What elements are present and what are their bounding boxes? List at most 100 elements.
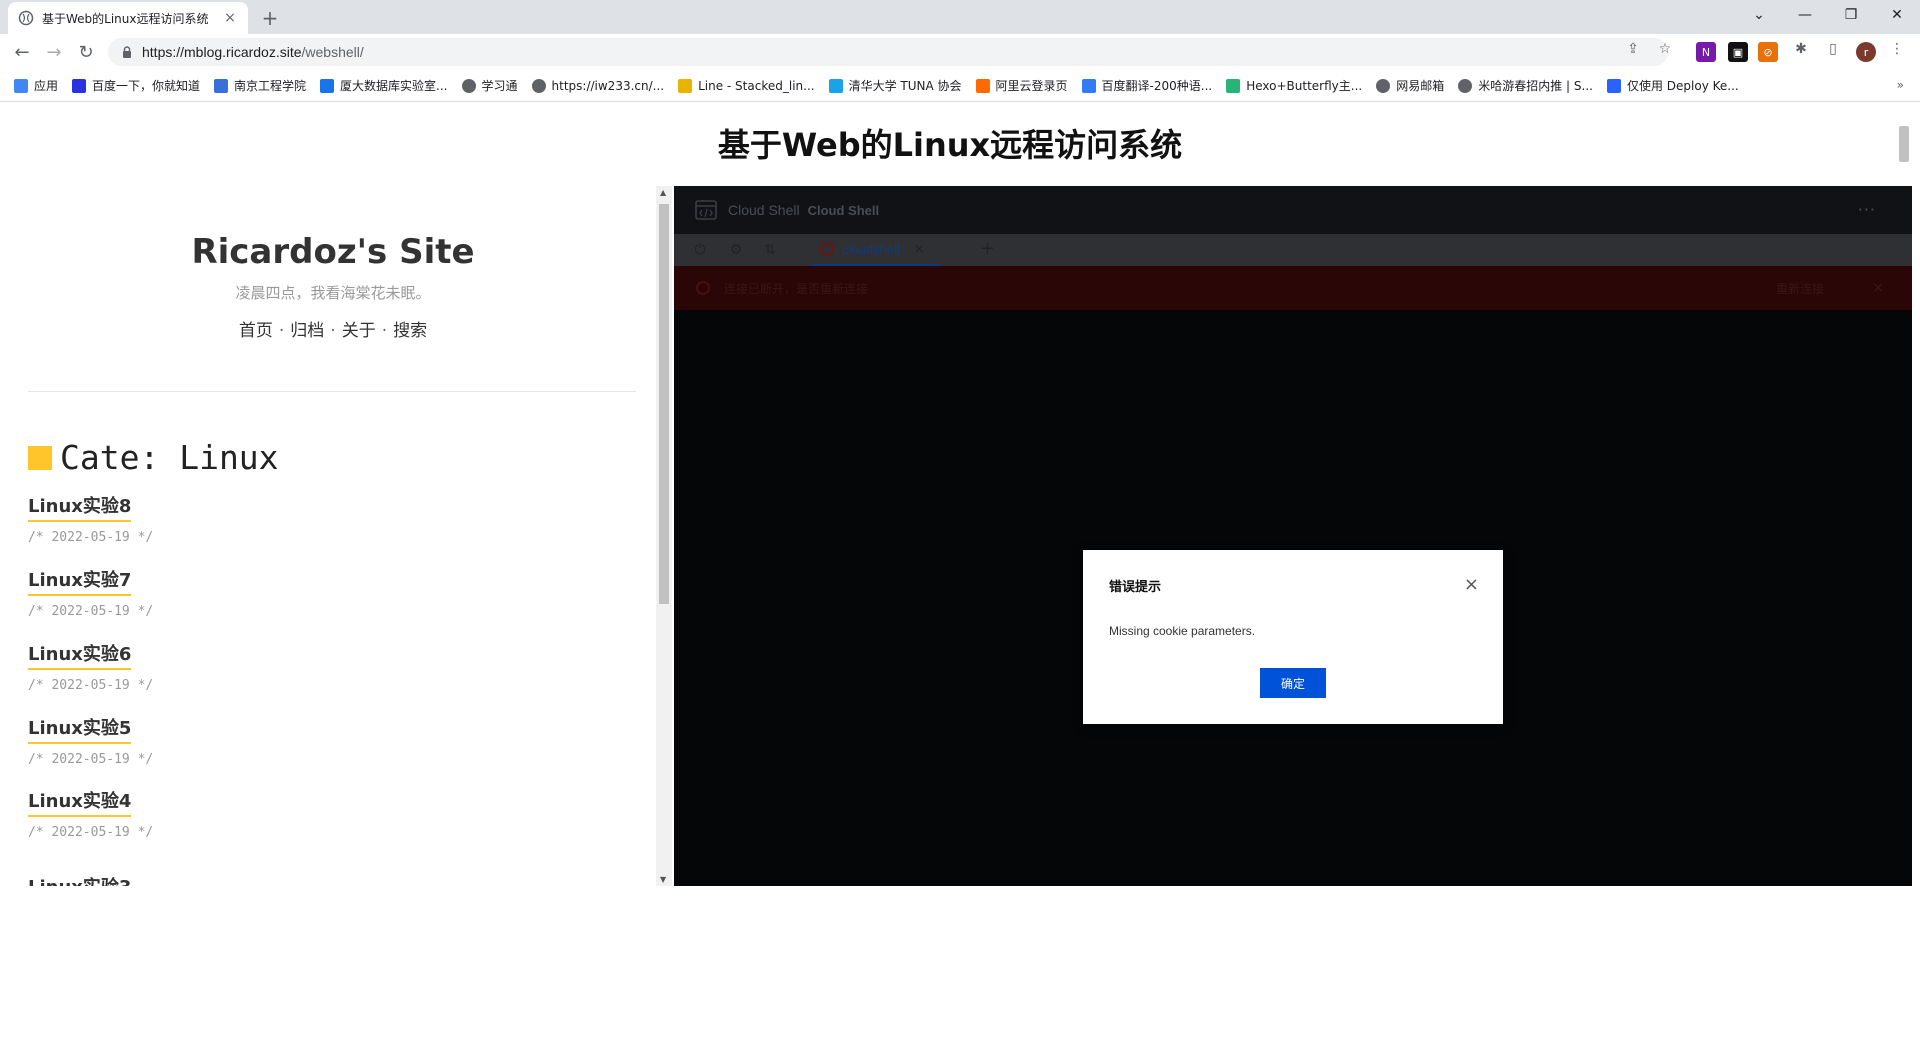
bookmark-item[interactable]: 清华大学 TUNA 协会 (828, 77, 962, 94)
dialog-title: 错误提示 (1109, 580, 1162, 595)
avatar[interactable]: r (1856, 42, 1876, 62)
page-scrollbar-thumb[interactable] (1899, 126, 1909, 162)
globe-icon (1458, 78, 1473, 93)
tab-close-icon[interactable]: × (222, 10, 238, 26)
bookmark-item[interactable]: 南京工程学院 (214, 77, 306, 94)
bookmark-label: 百度翻译-200种语... (1101, 79, 1213, 93)
post-title-link[interactable]: Linux实验4 (28, 787, 132, 817)
add-tab-icon[interactable]: + (980, 238, 995, 259)
confirm-button[interactable]: 确定 (1260, 668, 1326, 698)
error-dialog: 错误提示 × Missing cookie parameters. 确定 (1083, 550, 1503, 724)
onenote-extension-icon[interactable]: N (1696, 42, 1716, 62)
bookmark-item[interactable]: https://iw233.cn/... (531, 78, 665, 93)
power-icon[interactable]: ⏻ (690, 240, 710, 260)
bookmark-item[interactable]: 学习通 (461, 77, 518, 94)
post-title-link[interactable]: Linux实验3 (28, 873, 131, 886)
divider (28, 391, 636, 392)
close-icon[interactable]: × (1464, 576, 1479, 594)
post-item: Linux实验7 /* 2022-05-19 */ (28, 566, 153, 619)
bookmark-label: 米哈游春招内推 | S... (1478, 79, 1593, 93)
scroll-up-icon[interactable]: ▲ (660, 188, 666, 197)
off-extension-icon[interactable]: ⊘ (1758, 42, 1778, 62)
side-panel-icon[interactable]: ▯ (1824, 40, 1842, 58)
blog-scrollbar-thumb[interactable] (659, 204, 669, 604)
bookmark-item[interactable]: 米哈游春招内推 | S... (1458, 77, 1593, 94)
reconnect-button[interactable]: 重新连接 (1776, 280, 1824, 297)
warning-icon (696, 281, 710, 295)
globe-icon (1376, 78, 1391, 93)
tab-cloudshell[interactable]: cloudshell × (810, 234, 942, 266)
bookmark-item[interactable]: 应用 (14, 77, 58, 94)
post-item: Linux实验4 /* 2022-05-19 */ (28, 787, 153, 840)
bookmark-item[interactable]: 百度一下，你就知道 (72, 77, 200, 94)
url-host: https://mblog.ricardoz.site (142, 44, 302, 60)
menu-kebab-icon[interactable]: ⋮ (1888, 40, 1906, 58)
bookmark-item[interactable]: 百度翻译-200种语... (1081, 77, 1213, 94)
bookmark-label: 厦大数据库实验室... (340, 79, 448, 93)
cloud-shell-frame: Cloud Shell Cloud Shell ··· ⏻ ⚙ ⇅ clouds… (674, 186, 1912, 886)
dialog-message: Missing cookie parameters. (1109, 624, 1256, 638)
transfer-icon[interactable]: ⇅ (760, 240, 780, 260)
globe-icon (461, 78, 476, 93)
post-title-link[interactable]: Linux实验6 (28, 640, 132, 670)
post-date: /* 2022-05-19 */ (28, 604, 154, 619)
hexo-icon (1226, 78, 1241, 93)
browser-tab[interactable]: 基于Web的Linux远程访问系统 × (8, 2, 248, 34)
restore-icon[interactable]: ❐ (1828, 0, 1874, 30)
address-bar[interactable]: https://mblog.ricardoz.site/webshell/ (108, 38, 1668, 66)
nav-archive[interactable]: 归档 (290, 321, 324, 341)
bookmark-label: Line - Stacked_lin... (698, 78, 815, 93)
url-path: /webshell/ (301, 44, 364, 60)
nav-separator: · (278, 321, 285, 341)
bookmarks-more-icon[interactable]: » (1897, 78, 1904, 92)
forward-icon[interactable]: → (40, 38, 68, 66)
reload-icon[interactable]: ↻ (72, 38, 100, 66)
page-title: 基于Web的Linux远程访问系统 (717, 126, 1183, 164)
post-date: /* 2022-05-19 */ (28, 530, 154, 545)
blog-scrollbar[interactable]: ▲ ▼ (656, 186, 672, 886)
bookmark-label: 应用 (34, 79, 59, 93)
back-icon[interactable]: ← (8, 38, 36, 66)
more-icon[interactable]: ··· (1858, 200, 1876, 219)
bookmark-item[interactable]: 网易邮箱 (1376, 77, 1444, 94)
post-title-link[interactable]: Linux实验8 (28, 492, 132, 522)
bookmark-label: 学习通 (481, 79, 518, 93)
tuna-icon (828, 78, 843, 93)
disconnect-alert: 连接已断开，是否重新连接 重新连接 × (674, 266, 1912, 310)
bookmark-item[interactable]: 厦大数据库实验室... (320, 77, 448, 94)
post-title-link[interactable]: Linux实验5 (28, 714, 132, 744)
post-date: /* 2022-05-19 */ (28, 825, 154, 840)
settings-icon[interactable]: ⚙ (726, 240, 746, 260)
close-window-icon[interactable]: ✕ (1874, 0, 1920, 30)
bookmark-item[interactable]: Hexo+Butterfly主... (1226, 77, 1362, 94)
bookmark-label: 百度一下，你就知道 (92, 79, 201, 93)
puzzle-icon[interactable]: ✱ (1792, 40, 1810, 58)
scroll-down-icon[interactable]: ▼ (660, 875, 666, 884)
tab-search-icon[interactable]: ⌄ (1736, 0, 1782, 30)
alert-close-icon[interactable]: × (1872, 280, 1884, 296)
apps-grid-icon (14, 78, 28, 93)
nav-home[interactable]: 首页 (239, 321, 273, 341)
bookmark-label: https://iw233.cn/... (551, 78, 665, 93)
site-title[interactable]: Ricardoz's Site (0, 232, 666, 272)
browser-toolbar: ← → ↻ https://mblog.ricardoz.site/webshe… (0, 34, 1920, 70)
nav-search[interactable]: 搜索 (393, 321, 427, 341)
bookmark-item[interactable]: 仅使用 Deploy Ke... (1606, 77, 1739, 94)
blog-frame: Ricardoz's Site 凌晨四点，我看海棠花未眠。 首页 · 归档 · 关于 · 搜… (0, 186, 672, 886)
nav-about[interactable]: 关于 (342, 321, 376, 341)
page-scrollbar[interactable] (1896, 110, 1912, 180)
extension-icon[interactable]: ▣ (1728, 42, 1748, 62)
post-title-link[interactable]: Linux实验7 (28, 566, 132, 596)
shell-tab-bar: ⏻ ⚙ ⇅ cloudshell × + (674, 234, 1912, 266)
category-title: Cate: Linux (60, 438, 279, 477)
minimize-icon[interactable]: — (1782, 0, 1828, 30)
star-icon[interactable]: ☆ (1656, 40, 1674, 58)
new-tab-button[interactable]: + (258, 6, 282, 30)
tab-close-icon[interactable]: × (914, 242, 925, 257)
nav-separator: · (330, 321, 336, 341)
bookmark-label: 阿里云登录页 (995, 79, 1068, 93)
bookmark-item[interactable]: 阿里云登录页 (975, 77, 1068, 94)
bookmark-item[interactable]: Line - Stacked_lin... (678, 78, 815, 93)
bookmark-label: 仅使用 Deploy Ke... (1626, 79, 1739, 93)
share-icon[interactable]: ⇪ (1624, 40, 1642, 58)
